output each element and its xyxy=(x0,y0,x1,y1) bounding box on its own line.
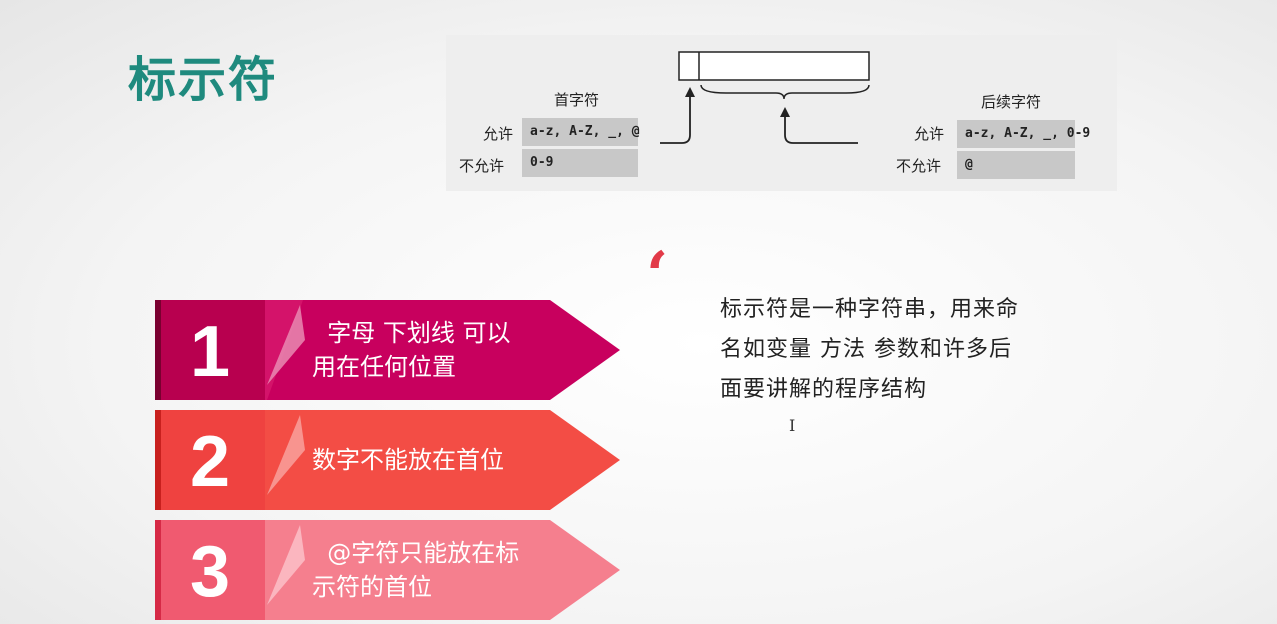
first-char-arrow xyxy=(660,93,691,144)
list-item-3: 3 @字符只能放在标 示符的首位 xyxy=(155,520,625,620)
following-allow-value: a-z, A-Z, _, 0-9 xyxy=(957,120,1090,148)
description-text: 标示符是一种字符串，用来命名如变量 方法 参数和许多后面要讲解的程序结构 xyxy=(720,297,1020,402)
first-char-label: 首字符 xyxy=(554,91,600,109)
first-disallow-value: 0-9 xyxy=(522,149,638,177)
first-disallow-label: 不允许 xyxy=(459,157,505,175)
list-item-1: 1 字母 下划线 可以 用在任何位置 xyxy=(155,300,625,400)
following-disallow-label: 不允许 xyxy=(896,157,942,175)
item-1-text-line2: 用在任何位置 xyxy=(312,353,456,381)
item-3-number: 3 xyxy=(189,532,231,612)
item-3-text-line1: @字符只能放在标 xyxy=(312,539,520,567)
item-2-text-line1: 数字不能放在首位 xyxy=(312,446,504,474)
item-1-number: 1 xyxy=(189,312,231,392)
first-allow-label: 允许 xyxy=(483,125,514,143)
identifier-box xyxy=(678,51,870,81)
item-2-number: 2 xyxy=(189,422,231,502)
quote-mark-icon: ‘ xyxy=(646,238,669,313)
following-chars-arrow xyxy=(784,113,858,144)
text-cursor-icon: I xyxy=(789,416,796,435)
identifier-diagram: 首字符 允许 不允许 a-z, A-Z, _, @ 0-9 后续字符 允许 不允… xyxy=(446,35,1117,191)
following-allow-label: 允许 xyxy=(914,125,945,143)
list-item-2: 2 数字不能放在首位 xyxy=(155,410,625,510)
page-title: 标示符 xyxy=(128,52,279,108)
item-1-text-line1: 字母 下划线 可以 xyxy=(312,319,511,347)
first-allow-value: a-z, A-Z, _, @ xyxy=(522,118,640,146)
item-3-text-line2: 示符的首位 xyxy=(312,573,432,601)
following-chars-label: 后续字符 xyxy=(981,93,1042,111)
following-disallow-value: @ xyxy=(957,151,1075,179)
following-chars-brace xyxy=(700,84,870,100)
